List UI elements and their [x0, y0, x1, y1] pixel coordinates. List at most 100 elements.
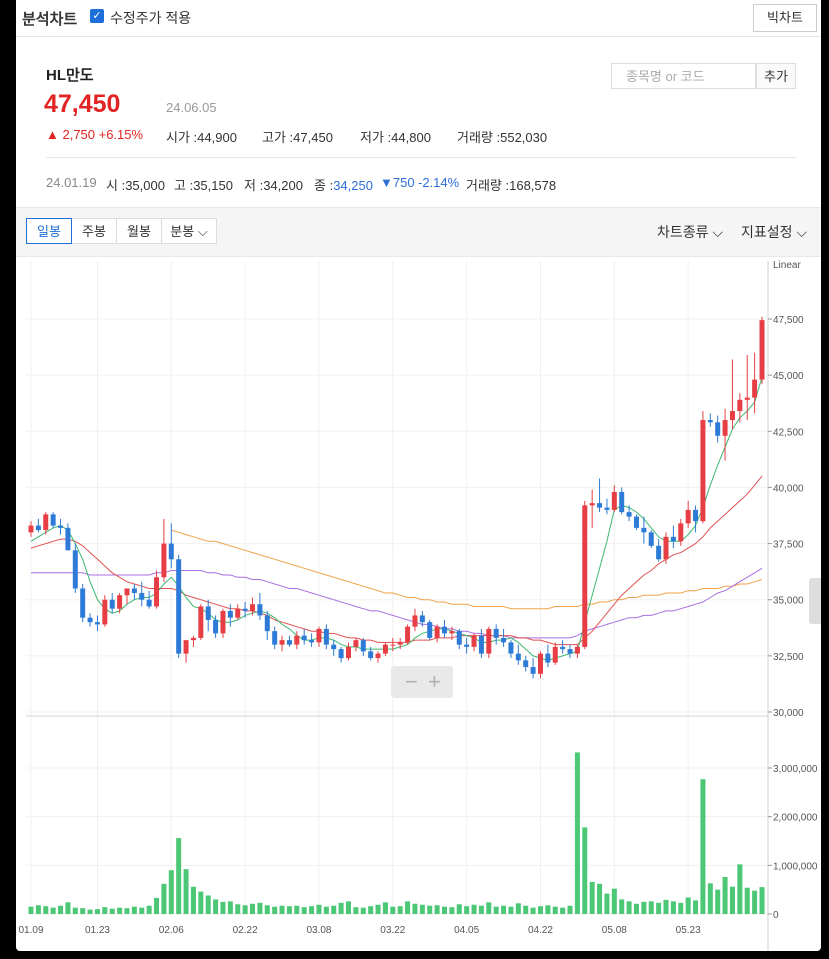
candle-body [146, 599, 152, 607]
candle-body [604, 507, 610, 510]
candle-body [397, 642, 403, 645]
stock-price: 47,450 [44, 90, 121, 118]
candlestick-chart[interactable]: Linear 30,000 32,500 35,000 37,500 40,000 42,… [16, 256, 821, 951]
candle-body [227, 610, 233, 618]
candle-body [501, 637, 507, 643]
volume-tick-label: 1,000,000 [773, 861, 818, 872]
candle-body [700, 420, 706, 522]
chart-area[interactable]: Linear 30,000 32,500 35,000 37,500 40,000 42,… [16, 256, 821, 951]
candle-body [176, 559, 182, 654]
candle-body [360, 640, 366, 652]
candle-body [80, 588, 86, 618]
volume-bar [464, 906, 470, 914]
candle-body [161, 543, 167, 578]
candle-body [220, 610, 226, 634]
candle-body [715, 422, 721, 436]
zoom-controls: − + [391, 666, 453, 698]
stock-name: HL만도 [46, 67, 94, 84]
window-frame: 분석차트 ✓ 수정주가 적용 빅차트 HL만도 47,450 24.06.05 … [0, 0, 829, 959]
chevron-down-icon: ⌵ [792, 224, 808, 240]
hover-low-value: 34,200 [263, 178, 303, 193]
volume-bar [360, 907, 366, 914]
candle-body [560, 646, 566, 650]
hover-open-value: 35,000 [125, 178, 165, 193]
candle-body [449, 631, 455, 634]
stock-header: HL만도 47,450 24.06.05 ▲ 2,750 +6.15% 시가 :… [16, 37, 821, 207]
tab-minute[interactable]: 분봉 ⌵ [161, 218, 217, 244]
volume-bar [589, 881, 595, 914]
volume-bar [434, 905, 440, 914]
volume-axis-ticks: 0 1,000,000 2,000,000 3,000,000 [768, 764, 818, 921]
volume-bar [567, 905, 573, 914]
volume-bar [552, 906, 558, 914]
candle-body [515, 653, 521, 661]
volume-bar [693, 900, 699, 914]
volume-bar [87, 909, 93, 914]
volume-bar [375, 904, 381, 914]
candle-body [464, 644, 470, 647]
volume-bar [65, 902, 71, 914]
candle-body [58, 525, 64, 528]
candle-body [154, 577, 160, 607]
volume-bar [353, 907, 359, 914]
volume-bar [405, 901, 411, 914]
low-price: 저가 :44,800 [360, 127, 431, 146]
tab-daily[interactable]: 일봉 [26, 218, 72, 244]
volume-bar [242, 905, 248, 914]
zoom-in-icon[interactable]: + [428, 669, 441, 694]
scale-label[interactable]: Linear [773, 260, 801, 271]
open-value: 44,900 [197, 130, 237, 145]
volume-bar [264, 905, 270, 914]
candle-body [456, 631, 462, 645]
add-button[interactable]: 추가 [756, 63, 796, 89]
date-tick-label: 01.09 [18, 925, 43, 936]
price-tick-label: 42,500 [773, 427, 804, 438]
panel-title: 분석차트 [22, 11, 78, 28]
high-label: 고가 : [262, 130, 294, 145]
hover-low: 저 :34,200 [244, 175, 303, 194]
candle-body [168, 543, 174, 560]
tab-weekly[interactable]: 주봉 [71, 218, 117, 244]
open-label: 시가 : [166, 130, 198, 145]
adjusted-price-checkbox[interactable]: ✓ [90, 9, 104, 23]
candle-body [250, 604, 256, 611]
volume-bar [478, 905, 484, 914]
big-chart-button[interactable]: 빅차트 [753, 4, 817, 32]
low-value: 44,800 [391, 130, 431, 145]
hover-high: 고 :35,150 [174, 175, 233, 194]
volume-bar [700, 779, 706, 914]
candle-body [656, 545, 662, 560]
price-tick-label: 30,000 [773, 708, 804, 719]
hover-high-label: 고 : [174, 178, 194, 193]
volume-bar [72, 907, 78, 914]
candle-body [441, 626, 447, 634]
candle-body [722, 420, 728, 436]
volume-bar [301, 907, 307, 914]
side-panel-toggle[interactable] [809, 578, 821, 624]
indicator-settings-select[interactable]: 지표설정 ⌵ [741, 222, 807, 242]
candle-body [235, 608, 241, 618]
tab-monthly[interactable]: 월봉 [116, 218, 162, 244]
candle-body [301, 635, 307, 641]
ma20-line [30, 475, 763, 646]
candle-body [574, 646, 580, 654]
candle-body [530, 667, 536, 674]
date-tick-label: 04.22 [528, 925, 553, 936]
price-tick-label: 35,000 [773, 596, 804, 607]
chart-type-select[interactable]: 차트종류 ⌵ [657, 222, 723, 242]
volume-bar [737, 864, 743, 914]
candle-body [279, 640, 285, 645]
zoom-out-icon[interactable]: − [405, 669, 418, 694]
candle-body [338, 649, 344, 659]
chart-type-label: 차트종류 [657, 224, 709, 240]
volume-bar [486, 902, 492, 914]
candle-body [183, 640, 189, 654]
candle-body [523, 660, 529, 668]
grid-lines [26, 261, 768, 916]
volume-bar [611, 888, 617, 914]
candle-body [619, 491, 625, 513]
volume-bars [28, 752, 765, 914]
adjusted-price-label[interactable]: 수정주가 적용 [110, 8, 191, 28]
price-tick-label: 47,500 [773, 315, 804, 326]
stock-search-input[interactable]: 종목명 or 코드 [611, 63, 756, 89]
